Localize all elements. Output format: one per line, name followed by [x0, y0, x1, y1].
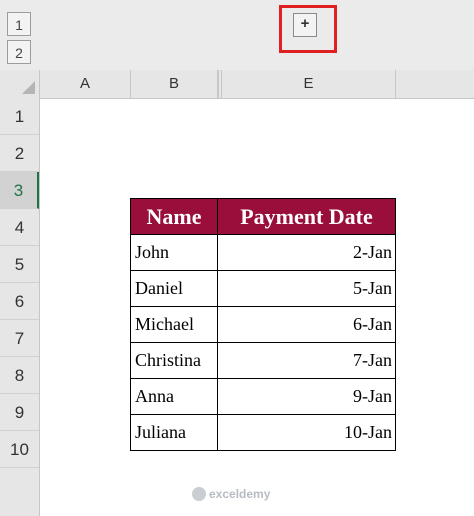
table-row: Anna 9-Jan [130, 378, 396, 415]
name-cell[interactable]: Anna [130, 378, 218, 415]
watermark: exceldemy [192, 486, 270, 501]
date-cell[interactable]: 10-Jan [217, 414, 396, 451]
date-cell[interactable]: 9-Jan [217, 378, 396, 415]
header-payment-date-cell[interactable]: Payment Date [217, 198, 396, 235]
date-cell[interactable]: 2-Jan [217, 234, 396, 271]
payment-table: Name Payment Date John 2-Jan Daniel 5-Ja… [130, 198, 396, 451]
table-row: Daniel 5-Jan [130, 270, 396, 307]
column-header-empty[interactable] [396, 70, 474, 98]
header-name-cell[interactable]: Name [130, 198, 218, 235]
table-row: John 2-Jan [130, 234, 396, 271]
outline-bar: 1 2 + [0, 0, 474, 71]
row-header-column: 1 2 3 4 5 6 7 8 9 10 [0, 98, 40, 516]
name-cell[interactable]: Juliana [130, 414, 218, 451]
row-header-active[interactable]: 3 [0, 172, 39, 209]
exceldemy-logo-icon [192, 486, 206, 501]
name-cell[interactable]: Daniel [130, 270, 218, 307]
row-header[interactable]: 10 [0, 431, 39, 468]
table-row: Michael 6-Jan [130, 306, 396, 343]
column-header-a[interactable]: A [40, 70, 131, 98]
row-header[interactable]: 9 [0, 394, 39, 431]
table-row: Christina 7-Jan [130, 342, 396, 379]
row-header[interactable]: 6 [0, 283, 39, 320]
name-cell[interactable]: John [130, 234, 218, 271]
column-header-row: A B E [0, 70, 474, 99]
table-row: Juliana 10-Jan [130, 414, 396, 451]
outline-level-1-button[interactable]: 1 [7, 12, 31, 36]
select-all-triangle-icon [22, 81, 35, 94]
watermark-text: exceldemy [209, 486, 271, 501]
outline-level-2-button[interactable]: 2 [7, 40, 31, 64]
date-cell[interactable]: 7-Jan [217, 342, 396, 379]
select-all-corner[interactable] [0, 70, 40, 98]
row-header[interactable]: 5 [0, 246, 39, 283]
table-header-row: Name Payment Date [130, 198, 396, 235]
row-header[interactable]: 4 [0, 209, 39, 246]
name-cell[interactable]: Michael [130, 306, 218, 343]
date-cell[interactable]: 5-Jan [217, 270, 396, 307]
highlight-annotation-box [279, 5, 337, 53]
name-cell[interactable]: Christina [130, 342, 218, 379]
column-header-b[interactable]: B [131, 70, 218, 98]
row-header[interactable]: 8 [0, 357, 39, 394]
row-header[interactable]: 7 [0, 320, 39, 357]
row-header[interactable]: 2 [0, 135, 39, 172]
date-cell[interactable]: 6-Jan [217, 306, 396, 343]
column-header-e[interactable]: E [222, 70, 396, 98]
row-header[interactable]: 1 [0, 98, 39, 135]
